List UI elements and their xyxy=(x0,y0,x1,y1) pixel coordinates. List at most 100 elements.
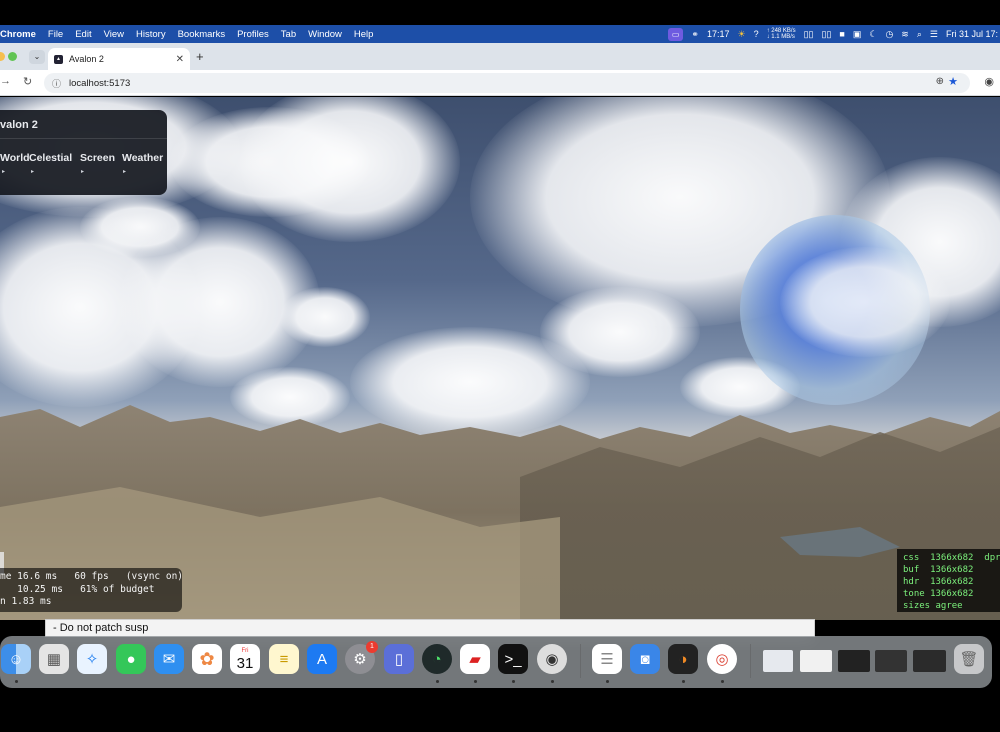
calendar-day: 31 xyxy=(236,655,254,672)
running-indicator xyxy=(551,680,554,683)
mail-icon[interactable]: ✉ xyxy=(154,644,184,674)
terminal-icon[interactable]: >_ xyxy=(498,644,528,674)
clock-date[interactable]: Fri 31 Jul 17: xyxy=(946,29,998,39)
frame-time-line: me 16.6 ms 60 fps (vsync on) xyxy=(0,571,184,582)
menu-bar: Chrome File Edit View History Bookmarks … xyxy=(0,25,1000,43)
css-size-line: css 1366x682 dpr xyxy=(903,553,1000,563)
blender-icon[interactable]: ◑ xyxy=(668,644,698,674)
link-icon[interactable]: ⚭ xyxy=(691,29,699,40)
weather-sun-icon[interactable]: ☀ xyxy=(737,29,745,40)
background-text-window: - Do not patch susp xyxy=(45,619,815,637)
menu-history[interactable]: History xyxy=(130,29,172,40)
activity-gauge-icon[interactable]: ◔ xyxy=(422,644,452,674)
network-monitor[interactable]: ↑ 248 KB/s ↓ 1.1 MB/s xyxy=(767,28,796,40)
menu-window[interactable]: Window xyxy=(302,29,348,40)
menu-tab[interactable]: Tab xyxy=(275,29,302,40)
running-indicator xyxy=(721,680,724,683)
tab-strip: ⌄ ▲ Avalon 2 ✕ + xyxy=(0,43,1000,70)
simulator-icon[interactable]: ▯ xyxy=(384,644,414,674)
panel-title: valon 2 xyxy=(0,119,38,131)
minimized-window-thumbnail[interactable] xyxy=(913,650,946,672)
zoom-window-icon[interactable] xyxy=(8,52,17,61)
minimize-window-icon[interactable] xyxy=(0,52,5,61)
background-text: - Do not patch susp xyxy=(53,622,149,634)
cloud xyxy=(240,97,460,242)
parallels-icon[interactable]: ▰ xyxy=(460,644,490,674)
launchpad-icon[interactable]: ▦ xyxy=(39,644,69,674)
messages-icon[interactable]: ● xyxy=(116,644,146,674)
trash-icon[interactable]: 🗑 xyxy=(954,644,984,674)
zoom-icon[interactable]: ⊕ xyxy=(936,76,944,87)
clock-time[interactable]: 17:17 xyxy=(707,29,730,39)
window-icon[interactable]: ▯▯ xyxy=(822,29,832,40)
panel-tab-weather[interactable]: Weather xyxy=(122,152,163,164)
running-indicator xyxy=(474,680,477,683)
app-store-icon[interactable]: A xyxy=(307,644,337,674)
menu-file[interactable]: File xyxy=(42,29,69,40)
minimized-window-thumbnail[interactable] xyxy=(875,650,907,672)
profile-icon[interactable]: ◉ xyxy=(984,75,994,88)
wifi-icon[interactable]: ≋ xyxy=(901,29,909,40)
running-indicator xyxy=(682,680,685,683)
cloud xyxy=(780,247,950,357)
browser-toolbar: → ↻ ⓘ localhost:5173 ⊕ ★ ◉ xyxy=(0,70,1000,96)
running-indicator xyxy=(436,680,439,683)
menu-help[interactable]: Help xyxy=(348,29,380,40)
panel-tab-screen[interactable]: Screen xyxy=(80,152,115,164)
expand-arrow-icon[interactable]: ▸ xyxy=(2,168,5,175)
panel-tab-world[interactable]: World xyxy=(0,152,30,164)
lock-icon[interactable]: ■ xyxy=(839,29,844,39)
bookmark-star-icon[interactable]: ★ xyxy=(948,75,958,88)
downloads-folder-icon[interactable] xyxy=(763,650,793,672)
screenshot-camera-icon[interactable]: ◉ xyxy=(537,644,567,674)
url-text[interactable]: localhost:5173 xyxy=(69,78,130,89)
help-icon[interactable]: ? xyxy=(754,29,759,39)
menu-profiles[interactable]: Profiles xyxy=(231,29,275,40)
menu-bookmarks[interactable]: Bookmarks xyxy=(172,29,232,40)
close-tab-icon[interactable]: ✕ xyxy=(176,54,184,65)
forward-arrow-icon[interactable]: → xyxy=(0,75,11,87)
site-info-icon[interactable]: ⓘ xyxy=(52,77,61,90)
calendar-icon[interactable]: Fri 31 xyxy=(230,644,260,674)
control-center-icon[interactable]: ☰ xyxy=(930,29,938,40)
reload-icon[interactable]: ↻ xyxy=(23,75,32,88)
battery-icon[interactable]: ▯▯ xyxy=(804,29,814,40)
minimized-window-thumbnail[interactable] xyxy=(800,650,832,672)
finder-icon[interactable]: ☺ xyxy=(1,644,31,674)
menu-view[interactable]: View xyxy=(98,29,130,40)
chrome-icon[interactable]: ◎ xyxy=(707,644,737,674)
expand-arrow-icon[interactable]: ▸ xyxy=(123,168,126,175)
safari-icon[interactable]: ✧ xyxy=(77,644,107,674)
minimized-window-thumbnail[interactable] xyxy=(838,650,870,672)
sidebar-icon[interactable]: ▣ xyxy=(853,29,862,40)
dock: ☺ ▦ ✧ ● ✉ ✿ Fri 31 ≡ A ⚙ 1 ▯ ◔ ▰ >_ ◉ ☰ … xyxy=(0,636,992,688)
panel-tab-celestial[interactable]: Celestial xyxy=(29,152,72,164)
status-area: ▭ ⚭ 17:17 ☀ ? ↑ 248 KB/s ↓ 1.1 MB/s ▯▯ ▯… xyxy=(667,25,1000,43)
address-bar[interactable]: ⓘ localhost:5173 xyxy=(44,73,970,93)
tab-avalon[interactable]: ▲ Avalon 2 ✕ xyxy=(48,48,190,70)
avalon-panel: valon 2 World Celestial Screen Weather ▸… xyxy=(0,110,167,195)
gpu-budget-line: 10.25 ms 61% of budget xyxy=(0,583,155,595)
menu-edit[interactable]: Edit xyxy=(69,29,97,40)
tab-search-chevron-icon[interactable]: ⌄ xyxy=(29,50,45,64)
photos-icon[interactable]: ✿ xyxy=(192,644,222,674)
dock-divider xyxy=(750,644,751,678)
tone-size-line: tone 1366x682 xyxy=(903,589,974,599)
system-settings-icon[interactable]: ⚙ 1 xyxy=(345,641,378,674)
cloud xyxy=(540,287,700,377)
screen-record-icon[interactable]: ▭ xyxy=(667,27,684,41)
notes-icon[interactable]: ≡ xyxy=(269,644,299,674)
new-tab-icon[interactable]: + xyxy=(196,49,204,64)
menu-app-name[interactable]: Chrome xyxy=(0,29,42,40)
moon-icon[interactable]: ☾ xyxy=(869,29,877,40)
running-indicator xyxy=(512,680,515,683)
desktop: Chrome File Edit View History Bookmarks … xyxy=(0,0,1000,732)
notification-badge: 1 xyxy=(366,641,378,653)
time-machine-icon[interactable]: ◷ xyxy=(885,29,893,40)
search-icon[interactable]: ⌕ xyxy=(917,29,922,40)
database-icon[interactable]: ◙ xyxy=(630,644,660,674)
expand-arrow-icon[interactable]: ▸ xyxy=(31,168,34,175)
sizes-status-line: sizes agree xyxy=(903,601,963,611)
textedit-icon[interactable]: ☰ xyxy=(592,644,622,674)
expand-arrow-icon[interactable]: ▸ xyxy=(81,168,84,175)
